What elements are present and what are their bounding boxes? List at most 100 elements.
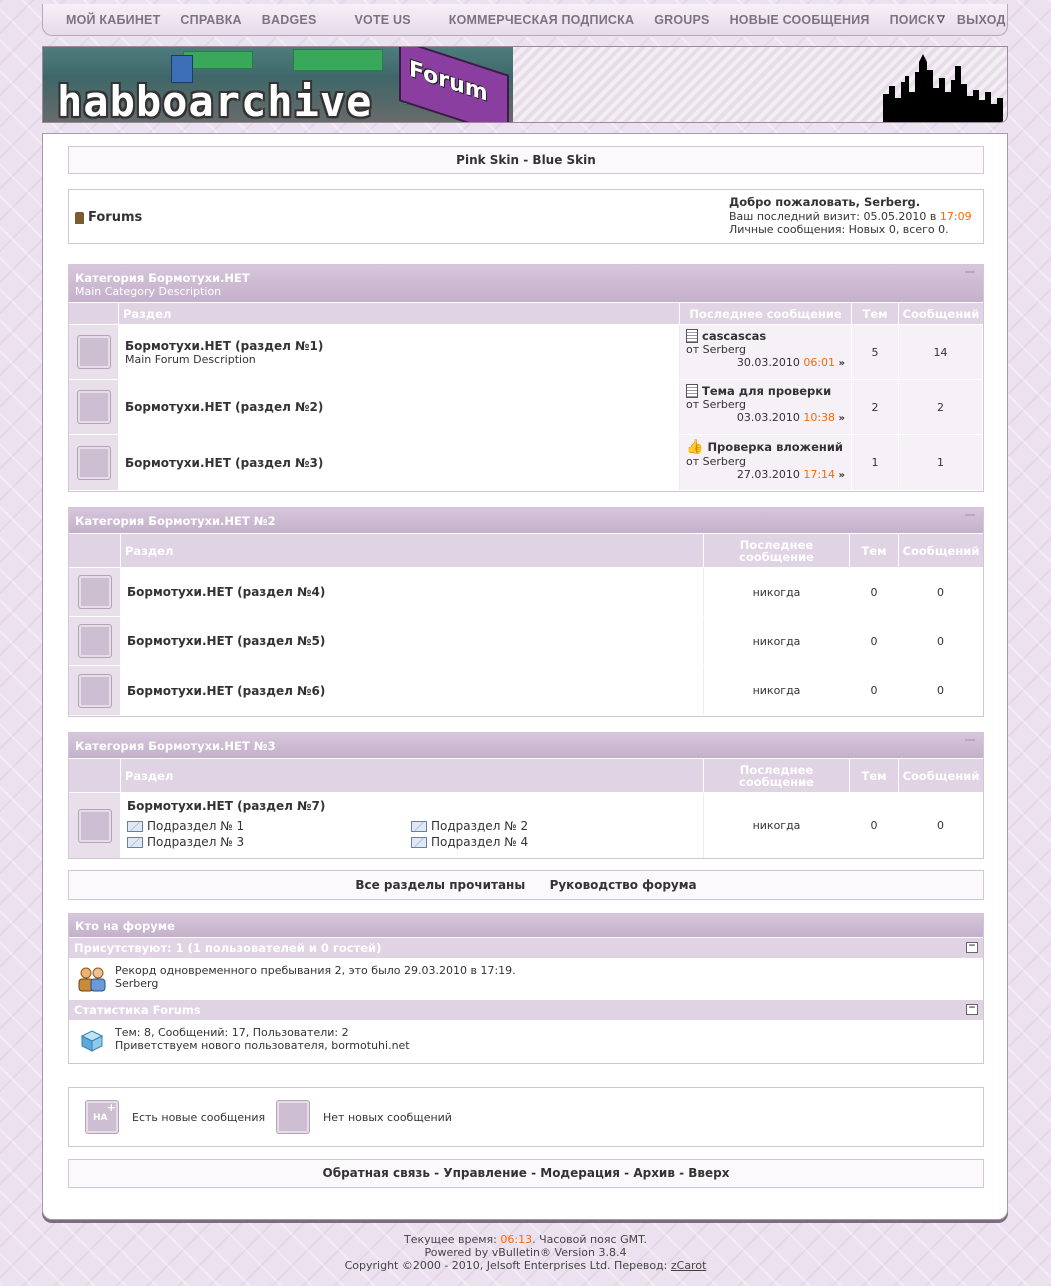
- last-post-title[interactable]: Тема для проверки: [686, 384, 845, 398]
- whos-online-subheader: Присутствуют: 1 (1 пользователей и 0 гос…: [69, 938, 983, 958]
- top-navbar: Мой кабинет Справка Badges Vote Us Комме…: [42, 4, 1008, 36]
- site-logo[interactable]: habboarchive Forum: [43, 47, 513, 122]
- category-header: Категория Бормотухи.НЕТ №3: [69, 733, 983, 759]
- mark-all-read-link[interactable]: Все разделы прочитаны: [355, 878, 525, 892]
- collapse-icon[interactable]: [965, 271, 975, 273]
- users-icon: [69, 962, 115, 996]
- thread-count: 5: [852, 325, 899, 379]
- category-title[interactable]: Категория Бормотухи.НЕТ: [75, 271, 977, 285]
- top-link[interactable]: Вверх: [688, 1166, 729, 1180]
- online-user-link[interactable]: Serberg: [115, 977, 516, 990]
- category-2: Категория Бормотухи.НЕТ №2 Раздел Послед…: [68, 507, 984, 717]
- private-messages[interactable]: Личные сообщения: Новых 0, всего 0.: [729, 223, 972, 237]
- thumbs-up-icon: 👍: [686, 439, 704, 455]
- last-post-author[interactable]: от Serberg: [686, 455, 845, 468]
- forum-status: [69, 435, 119, 490]
- last-post-date-text: 03.03.2010: [736, 411, 800, 424]
- thread-count: 1: [852, 435, 899, 490]
- forum-title[interactable]: Бормотухи.НЕТ (раздел №3): [125, 456, 673, 470]
- nav-search[interactable]: Поиск ▽: [890, 13, 945, 27]
- blue-skin-link[interactable]: Blue Skin: [532, 153, 595, 167]
- breadcrumb-bar: Forums Добро пожаловать, Serberg. Ваш по…: [68, 189, 984, 244]
- collapse-icon[interactable]: −: [966, 1004, 978, 1015]
- subforum-link[interactable]: Подраздел № 3: [127, 835, 411, 849]
- forum-status: [69, 793, 121, 858]
- collapse-icon[interactable]: [965, 514, 975, 516]
- last-post-title[interactable]: cascascas: [686, 329, 845, 343]
- city-skyline-icon: [883, 54, 1003, 122]
- post-count: 0: [899, 568, 983, 616]
- pink-skin-link[interactable]: Pink Skin: [456, 153, 519, 167]
- goto-last-post-icon[interactable]: »: [839, 470, 845, 481]
- col-forum: Раздел: [121, 759, 704, 792]
- category-header: Категория Бормотухи.НЕТ Main Category De…: [69, 265, 983, 303]
- forum-cell: Бормотухи.НЕТ (раздел №1) Main Forum Des…: [119, 325, 680, 379]
- legend-new-label: Есть новые сообщения: [132, 1111, 266, 1124]
- stats-subheader: Статистика Forums −: [69, 1000, 983, 1020]
- goto-last-post-icon[interactable]: »: [839, 358, 845, 369]
- subforum-link[interactable]: Подраздел № 1: [127, 819, 411, 833]
- forum-status: [69, 380, 119, 434]
- stats-title: Статистика Forums: [74, 1003, 201, 1017]
- nav-my-cabinet[interactable]: Мой кабинет: [66, 13, 160, 27]
- forum-title[interactable]: Бормотухи.НЕТ (раздел №1): [125, 339, 673, 353]
- collapse-icon[interactable]: [965, 739, 975, 741]
- forum-guide-link[interactable]: Руководство форума: [550, 878, 697, 892]
- nav-subscription[interactable]: Коммерческая подписка: [449, 13, 634, 27]
- forum-title[interactable]: Бормотухи.НЕТ (раздел №4): [127, 585, 697, 599]
- translator-link[interactable]: zCarot: [671, 1259, 707, 1272]
- style-separator: -: [523, 153, 529, 167]
- category-title[interactable]: Категория Бормотухи.НЕТ №2: [75, 514, 977, 528]
- category-header: Категория Бормотухи.НЕТ №2: [69, 508, 983, 534]
- thread-count: 0: [850, 793, 899, 858]
- forum-cell: Бормотухи.НЕТ (раздел №6): [121, 666, 704, 715]
- last-post-cell: Тема для проверки от Serberg 03.03.2010 …: [680, 380, 852, 434]
- forum-row: Бормотухи.НЕТ (раздел №7) Подраздел № 1 …: [69, 793, 983, 858]
- admin-link[interactable]: Управление: [443, 1166, 527, 1180]
- goto-last-post-icon[interactable]: »: [839, 413, 845, 424]
- style-switcher: Pink Skin - Blue Skin: [68, 146, 984, 174]
- col-forum: Раздел: [119, 303, 680, 324]
- forum-row: Бормотухи.НЕТ (раздел №5) никогда 0 0: [69, 617, 983, 666]
- moderation-link[interactable]: Модерация: [540, 1166, 620, 1180]
- forum-status-icon: [76, 445, 111, 480]
- new-posts-icon: НА +: [85, 1100, 119, 1134]
- legend-no-new-label: Нет новых сообщений: [323, 1111, 452, 1124]
- forum-status-icon: [77, 808, 112, 843]
- no-new-posts-icon: [276, 1100, 310, 1134]
- nav-logout[interactable]: Выход: [957, 13, 1006, 27]
- breadcrumb-title[interactable]: Forums: [88, 210, 142, 225]
- last-post-title[interactable]: 👍 Проверка вложений: [686, 439, 845, 455]
- last-post-author[interactable]: от Serberg: [686, 398, 845, 411]
- online-record: Рекорд одновременного пребывания 2, это …: [115, 964, 516, 977]
- nav-help[interactable]: Справка: [180, 13, 241, 27]
- forum-status-icon: [77, 575, 112, 609]
- subforum-link[interactable]: Подраздел № 2: [411, 819, 661, 833]
- chevron-down-icon: ▽: [936, 14, 945, 25]
- col-posts: Сообщений: [902, 768, 980, 783]
- archive-link[interactable]: Архив: [633, 1166, 675, 1180]
- forum-status-icon: [77, 673, 112, 708]
- logo-forum-badge: Forum: [399, 47, 509, 122]
- welcome-greeting: Добро пожаловать, Serberg.: [729, 195, 921, 209]
- last-post-author[interactable]: от Serberg: [686, 343, 845, 356]
- whos-online-title[interactable]: Кто на форуме: [69, 914, 983, 938]
- collapse-icon[interactable]: −: [966, 942, 978, 953]
- nav-groups[interactable]: Groups: [654, 13, 709, 27]
- category-title[interactable]: Категория Бормотухи.НЕТ №3: [75, 739, 977, 753]
- present-count[interactable]: Присутствуют: 1 (1 пользователей и 0 гос…: [74, 941, 381, 955]
- forum-title[interactable]: Бормотухи.НЕТ (раздел №6): [127, 684, 697, 698]
- subforum-link[interactable]: Подраздел № 4: [411, 835, 661, 849]
- forum-title[interactable]: Бормотухи.НЕТ (раздел №7): [127, 799, 697, 813]
- last-post-date: 27.03.2010 17:14 »: [686, 468, 845, 481]
- nav-badges[interactable]: Badges: [262, 13, 317, 27]
- document-icon: [686, 384, 698, 398]
- forum-cell: Бормотухи.НЕТ (раздел №5): [121, 617, 704, 665]
- nav-new-posts[interactable]: Новые сообщения: [730, 13, 870, 27]
- last-post-time: 06:01: [803, 356, 836, 369]
- forum-title[interactable]: Бормотухи.НЕТ (раздел №5): [127, 634, 697, 648]
- contact-us-link[interactable]: Обратная связь: [323, 1166, 430, 1180]
- forum-title[interactable]: Бормотухи.НЕТ (раздел №2): [125, 400, 673, 414]
- col-last-post: Последнее сообщение: [680, 303, 852, 324]
- nav-vote-us[interactable]: Vote Us: [354, 13, 410, 27]
